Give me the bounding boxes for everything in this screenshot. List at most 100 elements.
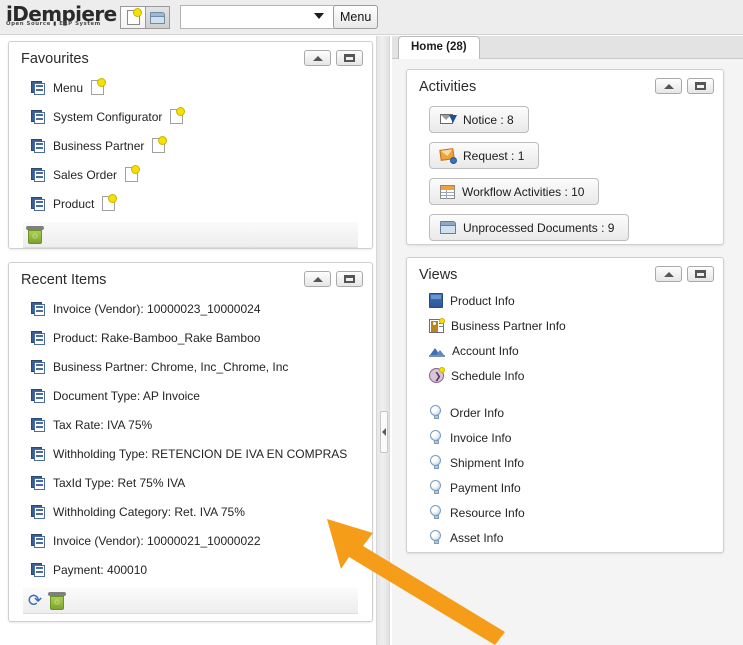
list-item[interactable]: ❯ Schedule Info — [407, 363, 723, 388]
list-item[interactable]: Withholding Category: Ret. IVA 75% — [9, 497, 372, 526]
menu-button[interactable]: Menu — [333, 5, 378, 29]
list-item[interactable]: Menu — [9, 73, 372, 102]
views-list: Product Info Business Partner Info Accou… — [407, 288, 723, 550]
list-item[interactable]: Payment: 400010 — [9, 555, 372, 584]
notice-button[interactable]: Notice : 8 — [429, 106, 529, 133]
list-item[interactable]: Business Partner: Chrome, Inc_Chrome, In… — [9, 352, 372, 381]
recent-items-collapse-button[interactable] — [304, 271, 331, 287]
request-button-label: Request : 1 — [463, 149, 524, 163]
window-icon — [31, 418, 46, 432]
list-item-label: Resource Info — [450, 506, 525, 520]
favourites-maximize-button[interactable] — [336, 50, 363, 66]
window-icon — [31, 197, 46, 211]
lightbulb-icon — [429, 405, 443, 420]
window-icon — [31, 476, 46, 490]
list-item[interactable]: Product — [9, 189, 372, 218]
maximize-window-icon — [695, 270, 706, 278]
collapse-arrow-icon — [664, 272, 674, 277]
open-folder-button[interactable] — [145, 6, 170, 29]
list-item[interactable]: TaxId Type: Ret 75% IVA — [9, 468, 372, 497]
collapse-arrow-icon — [313, 56, 323, 61]
unprocessed-documents-button[interactable]: Unprocessed Documents : 9 — [429, 214, 629, 241]
list-item[interactable]: Tax Rate: IVA 75% — [9, 410, 372, 439]
new-document-icon[interactable] — [152, 138, 165, 153]
list-item[interactable]: Withholding Type: RETENCION DE IVA EN CO… — [9, 439, 372, 468]
tab-home[interactable]: Home (28) — [398, 36, 480, 59]
logo-subtitle: Open Source ▮ ERP System — [6, 22, 114, 27]
activities-maximize-button[interactable] — [687, 78, 714, 94]
activities-button-list: Notice : 8 Request : 1 Workflow Activiti… — [407, 106, 723, 250]
list-item[interactable]: Order Info — [407, 400, 723, 425]
list-item-label: Document Type: AP Invoice — [53, 389, 200, 403]
maximize-window-icon — [344, 275, 355, 283]
column-splitter[interactable] — [376, 36, 390, 645]
list-item[interactable]: Document Type: AP Invoice — [9, 381, 372, 410]
list-item[interactable]: Business Partner — [9, 131, 372, 160]
list-item-label: Business Partner Info — [451, 319, 566, 333]
list-item[interactable]: Payment Info — [407, 475, 723, 500]
list-item-label: Business Partner: Chrome, Inc_Chrome, In… — [53, 360, 288, 374]
account-info-icon — [429, 344, 445, 357]
window-icon — [31, 168, 46, 182]
list-item-label: Invoice (Vendor): 10000023_10000024 — [53, 302, 261, 316]
open-folder-icon — [150, 12, 165, 24]
list-item-label: Menu — [53, 81, 83, 95]
splitter-collapse-handle[interactable] — [380, 411, 388, 453]
list-item[interactable]: Invoice (Vendor): 10000023_10000024 — [9, 294, 372, 323]
schedule-info-icon: ❯ — [429, 368, 444, 383]
chevron-down-icon[interactable] — [314, 13, 324, 19]
views-maximize-button[interactable] — [687, 266, 714, 282]
right-column: Home (28) Activities Notice : 8 Request … — [392, 36, 743, 645]
window-icon — [31, 389, 46, 403]
list-item-label: TaxId Type: Ret 75% IVA — [53, 476, 185, 490]
list-item[interactable]: Product Info — [407, 288, 723, 313]
list-item[interactable]: Product: Rake-Bamboo_Rake Bamboo — [9, 323, 372, 352]
list-item[interactable]: Asset Info — [407, 525, 723, 550]
refresh-icon[interactable]: ⟳ — [25, 591, 45, 611]
maximize-window-icon — [695, 82, 706, 90]
recent-items-maximize-button[interactable] — [336, 271, 363, 287]
list-item-label: Account Info — [452, 344, 519, 358]
list-item-label: Shipment Info — [450, 456, 524, 470]
window-icon — [31, 563, 46, 577]
list-item[interactable]: Shipment Info — [407, 450, 723, 475]
notice-envelope-icon — [440, 113, 456, 126]
new-document-icon[interactable] — [125, 167, 138, 182]
maximize-window-icon — [344, 54, 355, 62]
new-document-button[interactable] — [120, 6, 145, 29]
product-info-icon — [429, 293, 443, 308]
recycle-bin-icon[interactable]: ♲ — [47, 591, 67, 611]
request-envelope-icon — [440, 149, 456, 162]
new-document-icon[interactable] — [102, 196, 115, 211]
activities-tools — [655, 78, 714, 94]
notice-button-label: Notice : 8 — [463, 113, 514, 127]
views-collapse-button[interactable] — [655, 266, 682, 282]
list-item[interactable]: Resource Info — [407, 500, 723, 525]
list-item-label: Product Info — [450, 294, 515, 308]
list-item-label: Invoice Info — [450, 431, 511, 445]
list-item[interactable]: Business Partner Info — [407, 313, 723, 338]
recycle-bin-icon[interactable]: ♲ — [25, 225, 45, 245]
unprocessed-documents-button-label: Unprocessed Documents : 9 — [463, 221, 614, 235]
request-button[interactable]: Request : 1 — [429, 142, 539, 169]
activities-panel: Activities Notice : 8 Request : 1 Workfl… — [406, 69, 724, 245]
list-item[interactable]: Invoice (Vendor): 10000021_10000022 — [9, 526, 372, 555]
favourites-list: Menu System Configurator Business Partne… — [9, 73, 372, 218]
activities-collapse-button[interactable] — [655, 78, 682, 94]
new-document-icon[interactable] — [170, 109, 183, 124]
new-document-icon[interactable] — [91, 80, 104, 95]
list-item[interactable]: Invoice Info — [407, 425, 723, 450]
list-item[interactable]: Account Info — [407, 338, 723, 363]
list-item[interactable]: Sales Order — [9, 160, 372, 189]
list-item[interactable]: System Configurator — [9, 102, 372, 131]
list-item-label: Business Partner — [53, 139, 144, 153]
workflow-activities-button[interactable]: Workflow Activities : 10 — [429, 178, 599, 205]
favourites-collapse-button[interactable] — [304, 50, 331, 66]
recent-items-tools — [304, 271, 363, 287]
lightbulb-icon — [429, 505, 443, 520]
collapse-arrow-icon — [664, 84, 674, 89]
window-icon — [31, 81, 46, 95]
recent-items-footer: ⟳ ♲ — [23, 588, 358, 614]
search-input[interactable] — [180, 5, 335, 29]
list-item-label: Sales Order — [53, 168, 117, 182]
